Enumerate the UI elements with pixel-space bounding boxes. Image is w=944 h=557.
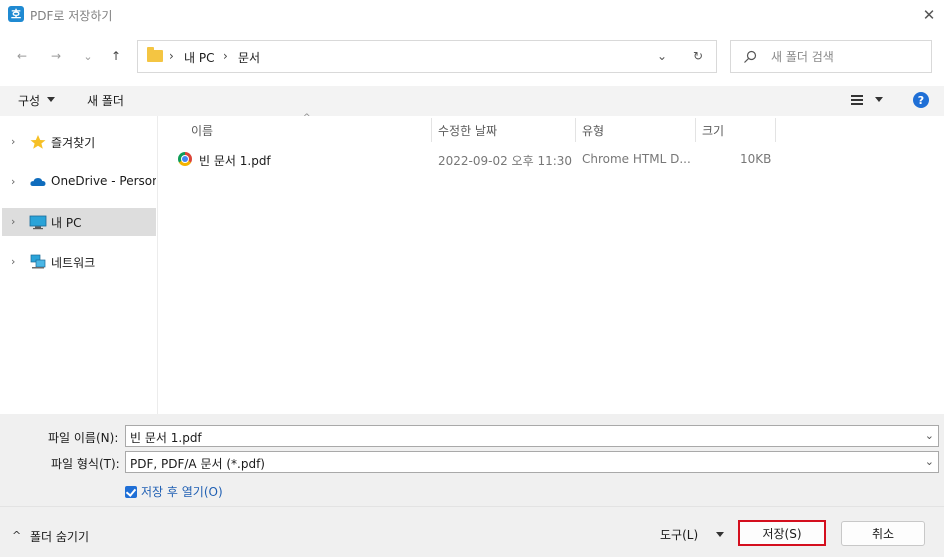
sidebar-item-label: 내 PC bbox=[51, 216, 82, 230]
forward-arrow-icon[interactable]: → bbox=[44, 44, 68, 68]
filename-field[interactable]: 빈 문서 1.pdf ⌄ bbox=[125, 425, 939, 447]
chevron-down-icon[interactable]: ⌄ bbox=[925, 429, 934, 442]
window-title: PDF로 저장하기 bbox=[30, 9, 113, 23]
sidebar-item-label: 네트워크 bbox=[51, 256, 96, 270]
address-bar[interactable]: › 내 PC › 문서 ⌄ ↻ bbox=[137, 40, 717, 73]
chevron-up-icon[interactable]: ^ bbox=[12, 529, 24, 542]
column-header-size[interactable]: 크기 bbox=[696, 118, 775, 142]
save-button[interactable]: 저장(S) bbox=[738, 520, 826, 546]
navigation-pane: › 즐겨찾기 › OneDrive - Persona › 내 PC › 네트워… bbox=[0, 116, 158, 414]
view-options-icon[interactable] bbox=[851, 95, 863, 105]
breadcrumb-item-documents[interactable]: 문서 bbox=[238, 49, 260, 66]
filetype-select[interactable]: PDF, PDF/A 문서 (*.pdf) ⌄ bbox=[125, 451, 939, 473]
tools-button[interactable]: 도구(L) bbox=[660, 526, 698, 543]
column-header-name[interactable]: 이름 bbox=[185, 118, 432, 142]
file-type: Chrome HTML D... bbox=[582, 152, 691, 166]
view-caret-icon[interactable] bbox=[875, 97, 883, 102]
breadcrumb-item-pc[interactable]: 내 PC bbox=[184, 49, 214, 66]
title-bar: 호 PDF로 저장하기 ✕ bbox=[0, 0, 944, 30]
hide-folders-button[interactable]: 폴더 숨기기 bbox=[30, 528, 89, 545]
up-arrow-icon[interactable]: ↑ bbox=[104, 44, 128, 68]
chrome-icon bbox=[178, 152, 192, 166]
cloud-icon bbox=[30, 178, 46, 186]
sidebar-item-label: 즐겨찾기 bbox=[51, 136, 96, 150]
search-box[interactable] bbox=[730, 40, 932, 73]
back-arrow-icon[interactable]: ← bbox=[10, 44, 34, 68]
tools-caret-icon[interactable] bbox=[716, 532, 724, 537]
chevron-right-icon[interactable]: › bbox=[11, 175, 15, 188]
open-after-save-checkbox[interactable] bbox=[125, 486, 137, 498]
search-icon bbox=[744, 50, 757, 63]
new-folder-button[interactable]: 새 폴더 bbox=[87, 92, 124, 109]
help-icon[interactable]: ? bbox=[913, 92, 929, 108]
chevron-right-icon[interactable]: › bbox=[11, 135, 15, 148]
sidebar-item-label: OneDrive - Persona bbox=[51, 174, 156, 188]
search-input[interactable] bbox=[771, 47, 921, 67]
chevron-right-icon[interactable]: › bbox=[11, 215, 15, 228]
chevron-down-icon[interactable]: ⌄ bbox=[925, 455, 934, 468]
filename-label: 파일 이름(N): bbox=[48, 431, 119, 445]
star-icon bbox=[30, 135, 46, 149]
column-header-modified[interactable]: 수정한 날짜 bbox=[432, 118, 576, 142]
breadcrumb-separator: › bbox=[169, 49, 174, 63]
sidebar-item-onedrive[interactable]: › OneDrive - Persona bbox=[2, 168, 156, 196]
computer-icon bbox=[29, 215, 47, 230]
column-divider[interactable] bbox=[775, 118, 776, 142]
file-list: ^ 이름 수정한 날짜 유형 크기 빈 문서 1.pdf 2022-09-02 … bbox=[159, 113, 944, 414]
network-icon bbox=[30, 254, 46, 269]
file-name: 빈 문서 1.pdf bbox=[199, 154, 271, 168]
filetype-value[interactable]: PDF, PDF/A 문서 (*.pdf) bbox=[130, 455, 265, 472]
sidebar-item-this-pc[interactable]: › 내 PC bbox=[2, 208, 156, 236]
organize-button[interactable]: 구성 bbox=[18, 92, 40, 109]
sidebar-item-favorites[interactable]: › 즐겨찾기 bbox=[2, 128, 156, 156]
close-icon[interactable]: ✕ bbox=[918, 4, 940, 26]
column-header-type[interactable]: 유형 bbox=[576, 118, 695, 142]
toolbar: 구성 새 폴더 bbox=[0, 86, 944, 116]
chevron-down-icon[interactable]: ⌄ bbox=[654, 48, 670, 64]
refresh-icon[interactable]: ↻ bbox=[690, 48, 706, 64]
file-size: 10KB bbox=[740, 152, 772, 166]
breadcrumb-separator: › bbox=[223, 49, 228, 63]
app-icon: 호 bbox=[8, 6, 24, 22]
file-modified: 2022-09-02 오후 11:30 bbox=[438, 154, 573, 168]
sidebar-item-network[interactable]: › 네트워크 bbox=[2, 248, 156, 276]
filename-value[interactable]: 빈 문서 1.pdf bbox=[130, 429, 202, 446]
table-row[interactable]: 빈 문서 1.pdf 2022-09-02 오후 11:30 Chrome HT… bbox=[169, 148, 772, 170]
recent-locations-icon[interactable]: ⌄ bbox=[76, 44, 100, 68]
caret-down-icon[interactable] bbox=[47, 97, 55, 102]
cancel-button[interactable]: 취소 bbox=[841, 521, 925, 546]
folder-icon bbox=[147, 47, 163, 62]
open-after-save-label[interactable]: 저장 후 열기(O) bbox=[141, 483, 223, 500]
chevron-right-icon[interactable]: › bbox=[11, 255, 15, 268]
filetype-label: 파일 형식(T): bbox=[51, 457, 120, 471]
